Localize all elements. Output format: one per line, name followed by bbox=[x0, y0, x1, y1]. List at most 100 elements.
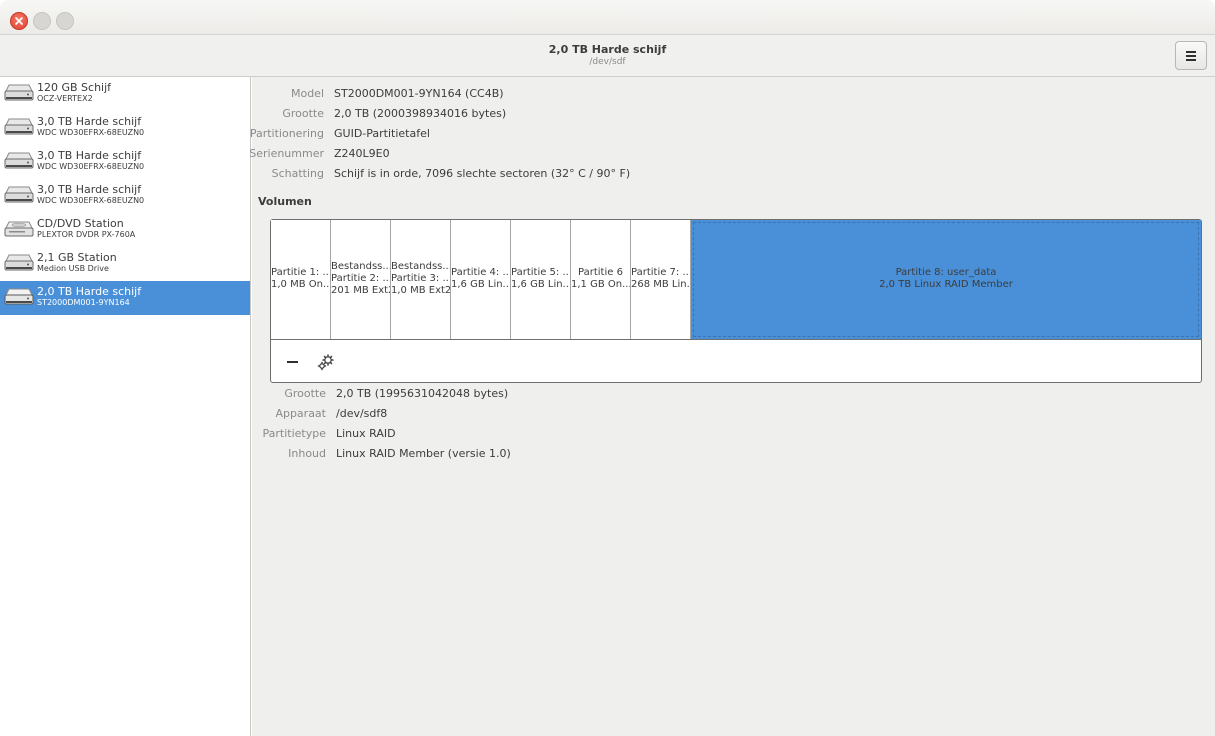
partition-info-row: Apparaat /dev/sdf8 bbox=[252, 407, 952, 427]
partition-block[interactable]: Partitie 4: ... 1,6 GB Lin... bbox=[451, 220, 511, 339]
disk-info-value: 2,0 TB (2000398934016 bytes) bbox=[334, 107, 507, 120]
drive-list-sidebar: 120 GB Schijf OCZ-VERTEX2 3,0 TB Harde s… bbox=[0, 77, 251, 736]
disk-info-row: Serienummer Z240L9E0 bbox=[249, 147, 952, 167]
disk-info-label: Schatting bbox=[271, 167, 324, 180]
disk-info-row: Model ST2000DM001-9YN164 (CC4B) bbox=[252, 87, 952, 107]
partition-label: Partitie 6 bbox=[578, 267, 623, 278]
partition-info-label: Inhoud bbox=[288, 447, 326, 460]
disk-info-value: Z240L9E0 bbox=[334, 147, 390, 160]
minus-icon bbox=[287, 361, 298, 363]
drive-name: 2,1 GB Station bbox=[37, 251, 117, 264]
disk-info-label: Model bbox=[290, 87, 324, 100]
drive-model: Medion USB Drive bbox=[37, 264, 109, 273]
drive-name: 3,0 TB Harde schijf bbox=[37, 149, 142, 162]
drive-item[interactable]: 120 GB Schijf OCZ-VERTEX2 bbox=[0, 77, 250, 111]
disk-info-row: Grootte 2,0 TB (2000398934016 bytes) bbox=[252, 107, 952, 127]
disk-info-value: GUID-Partitietafel bbox=[334, 127, 430, 140]
partition-info-value: 2,0 TB (1995631042048 bytes) bbox=[336, 387, 509, 400]
partition-filesystem: Bestandss... bbox=[331, 261, 391, 272]
partition-label: Partitie 8: user_data bbox=[895, 267, 997, 278]
drive-model: PLEXTOR DVDR PX-760A bbox=[37, 230, 136, 239]
hard-disk-icon bbox=[4, 288, 34, 305]
volumes-heading: Volumen bbox=[258, 195, 312, 208]
drive-item[interactable]: 3,0 TB Harde schijf WDC WD30EFRX-68EUZN0 bbox=[0, 111, 250, 145]
gears-icon bbox=[317, 354, 334, 371]
drive-name: 2,0 TB Harde schijf bbox=[37, 285, 142, 298]
window-subtitle: /dev/sdf bbox=[589, 57, 626, 67]
drive-model: ST2000DM001-9YN164 bbox=[37, 298, 130, 307]
drive-model: OCZ-VERTEX2 bbox=[37, 94, 93, 103]
disk-info-row: Partitionering GUID-Partitietafel bbox=[249, 127, 952, 147]
partition-size: 1,6 GB Lin... bbox=[451, 279, 511, 290]
partition-settings-button[interactable] bbox=[314, 351, 338, 373]
partition-size: 1,6 GB Lin... bbox=[511, 279, 571, 290]
partition-block[interactable]: Partitie 6 1,1 GB On... bbox=[571, 220, 631, 339]
partition-block[interactable]: Partitie 1: ... 1,0 MB On... bbox=[271, 220, 331, 339]
partition-label: Partitie 7: ... bbox=[631, 267, 691, 278]
partition-map: Partitie 1: ... 1,0 MB On... Bestandss..… bbox=[271, 220, 1201, 340]
partition-info-label: Partitietype bbox=[262, 427, 326, 440]
drive-item[interactable]: 3,0 TB Harde schijf WDC WD30EFRX-68EUZN0 bbox=[0, 179, 250, 213]
partition-size: 1,0 MB On... bbox=[271, 279, 331, 290]
partition-size: 1,1 GB On... bbox=[571, 279, 631, 290]
volume-grid: Partitie 1: ... 1,0 MB On... Bestandss..… bbox=[270, 219, 1202, 383]
drive-name: 3,0 TB Harde schijf bbox=[37, 183, 142, 196]
partition-size: 2,0 TB Linux RAID Member bbox=[879, 279, 1013, 290]
volume-toolbar bbox=[271, 341, 1201, 382]
hard-disk-icon bbox=[4, 84, 34, 101]
disk-info-label: Partitionering bbox=[249, 127, 324, 140]
partition-filesystem: Bestandss... bbox=[391, 261, 451, 272]
window-titlebar bbox=[0, 0, 1215, 35]
partition-info-value: Linux RAID Member (versie 1.0) bbox=[336, 447, 511, 460]
disk-info-row: Schatting Schijf is in orde, 7096 slecht… bbox=[252, 167, 952, 187]
partition-info-row: Grootte 2,0 TB (1995631042048 bytes) bbox=[252, 387, 952, 407]
drive-name: 120 GB Schijf bbox=[37, 81, 112, 94]
maximize-window-button[interactable] bbox=[56, 12, 74, 30]
drive-model: WDC WD30EFRX-68EUZN0 bbox=[37, 196, 145, 205]
header-bar: 2,0 TB Harde schijf /dev/sdf bbox=[0, 35, 1215, 77]
window-title: 2,0 TB Harde schijf bbox=[548, 43, 667, 56]
drive-model: WDC WD30EFRX-68EUZN0 bbox=[37, 128, 145, 137]
drive-model: WDC WD30EFRX-68EUZN0 bbox=[37, 162, 145, 171]
remove-partition-button[interactable] bbox=[281, 351, 305, 373]
minimize-window-button[interactable] bbox=[33, 12, 51, 30]
partition-info-value: /dev/sdf8 bbox=[336, 407, 388, 420]
hard-disk-icon bbox=[4, 152, 34, 169]
app-menu-button[interactable] bbox=[1175, 41, 1207, 70]
optical-drive-icon bbox=[4, 221, 34, 237]
disk-info-value: ST2000DM001-9YN164 (CC4B) bbox=[334, 87, 504, 100]
drive-item[interactable]: 3,0 TB Harde schijf WDC WD30EFRX-68EUZN0 bbox=[0, 145, 250, 179]
partition-info-value: Linux RAID bbox=[336, 427, 396, 440]
drive-item[interactable]: CD/DVD Station PLEXTOR DVDR PX-760A bbox=[0, 213, 250, 247]
close-icon bbox=[15, 17, 23, 25]
hard-disk-icon bbox=[4, 254, 34, 271]
partition-info-label: Apparaat bbox=[275, 407, 326, 420]
partition-block[interactable]: Bestandss... Partitie 3: ... 1,0 MB Ext2 bbox=[391, 220, 451, 339]
hard-disk-icon bbox=[4, 186, 34, 203]
drive-details-panel: Model ST2000DM001-9YN164 (CC4B) Grootte … bbox=[249, 77, 1215, 736]
drive-item[interactable]: 2,1 GB Station Medion USB Drive bbox=[0, 247, 250, 281]
partition-size: 1,0 MB Ext2 bbox=[391, 285, 451, 296]
partition-info-row: Inhoud Linux RAID Member (versie 1.0) bbox=[252, 447, 952, 467]
disk-info-label: Serienummer bbox=[249, 147, 324, 160]
drive-name: 3,0 TB Harde schijf bbox=[37, 115, 142, 128]
partition-info-label: Grootte bbox=[284, 387, 326, 400]
hard-disk-icon bbox=[4, 118, 34, 135]
close-window-button[interactable] bbox=[10, 12, 28, 30]
partition-label: Partitie 4: ... bbox=[451, 267, 511, 278]
drive-item-selected[interactable]: 2,0 TB Harde schijf ST2000DM001-9YN164 bbox=[0, 281, 250, 315]
partition-label: Partitie 1: ... bbox=[271, 267, 331, 278]
partition-label: Partitie 5: ... bbox=[511, 267, 571, 278]
partition-label: Partitie 3: ... bbox=[391, 273, 451, 284]
partition-block-selected[interactable]: Partitie 8: user_data 2,0 TB Linux RAID … bbox=[691, 220, 1201, 339]
partition-size: 268 MB Lin... bbox=[631, 279, 691, 290]
partition-block[interactable]: Bestandss... Partitie 2: ... 201 MB Ext2 bbox=[331, 220, 391, 339]
partition-info-row: Partitietype Linux RAID bbox=[252, 427, 952, 447]
disk-info-value: Schijf is in orde, 7096 slechte sectoren… bbox=[334, 167, 631, 180]
drive-name: CD/DVD Station bbox=[37, 217, 124, 230]
partition-block[interactable]: Partitie 5: ... 1,6 GB Lin... bbox=[511, 220, 571, 339]
disk-info-label: Grootte bbox=[282, 107, 324, 120]
partition-label: Partitie 2: ... bbox=[331, 273, 391, 284]
partition-block[interactable]: Partitie 7: ... 268 MB Lin... bbox=[631, 220, 691, 339]
partition-size: 201 MB Ext2 bbox=[331, 285, 391, 296]
